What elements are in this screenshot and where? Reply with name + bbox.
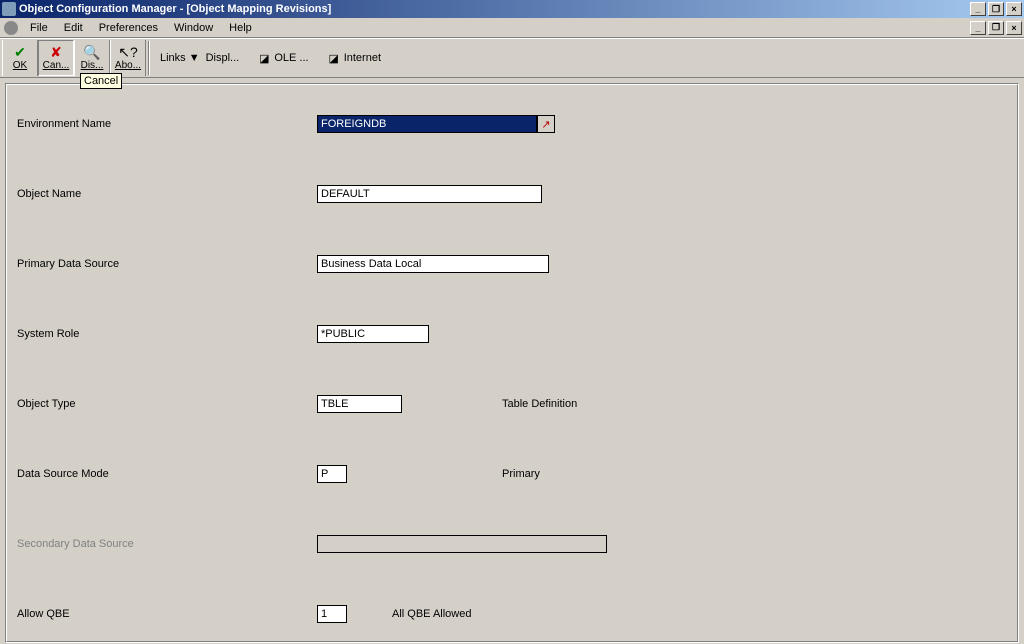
- env-label: Environment Name: [17, 118, 317, 130]
- form-panel: Environment Name ↗ Object Name Primary D…: [5, 83, 1019, 643]
- env-input[interactable]: [317, 115, 537, 133]
- tooltip: Cancel: [80, 73, 122, 89]
- mdi-minimize-button[interactable]: _: [970, 21, 986, 35]
- titlebar: Object Configuration Manager - [Object M…: [0, 0, 1024, 18]
- links-dropdown[interactable]: Links ▼: [160, 52, 200, 64]
- window-title: Object Configuration Manager - [Object M…: [19, 3, 331, 15]
- flashlight-icon: ↗: [541, 118, 550, 131]
- menubar: File Edit Preferences Window Help _ ❐ ×: [0, 18, 1024, 38]
- mode-input[interactable]: [317, 465, 347, 483]
- obj-input[interactable]: [317, 185, 542, 203]
- menu-edit[interactable]: Edit: [56, 20, 91, 36]
- qbe-input[interactable]: [317, 605, 347, 623]
- ok-button[interactable]: ✔ OK: [2, 40, 38, 76]
- mode-desc: Primary: [502, 468, 540, 480]
- close-button[interactable]: ×: [1006, 2, 1022, 16]
- restore-button[interactable]: ❐: [988, 2, 1004, 16]
- cursor-icon: ↖?: [120, 46, 136, 60]
- role-label: System Role: [17, 328, 317, 340]
- x-icon: ✘: [48, 46, 64, 60]
- qbe-desc: All QBE Allowed: [392, 608, 471, 620]
- search-icon: 🔍: [84, 46, 100, 60]
- type-label: Object Type: [17, 398, 317, 410]
- role-input[interactable]: [317, 325, 429, 343]
- menu-help[interactable]: Help: [221, 20, 260, 36]
- cancel-button[interactable]: ✘ Can...: [38, 40, 74, 76]
- ole-link[interactable]: ◪ OLE ...: [257, 51, 308, 65]
- ole-icon: ◪: [257, 51, 271, 65]
- dispatch-button[interactable]: 🔍 Dis...: [74, 40, 110, 76]
- sds-input: [317, 535, 607, 553]
- doc-icon: [4, 21, 18, 35]
- check-icon: ✔: [12, 46, 28, 60]
- chevron-down-icon: ▼: [189, 52, 200, 64]
- mdi-close-button[interactable]: ×: [1006, 21, 1022, 35]
- internet-icon: ◪: [327, 51, 341, 65]
- mdi-restore-button[interactable]: ❐: [988, 21, 1004, 35]
- toolbar: ✔ OK ✘ Can... 🔍 Dis... ↖? Abo... Links ▼…: [0, 38, 1024, 78]
- type-input[interactable]: [317, 395, 402, 413]
- qbe-label: Allow QBE: [17, 608, 317, 620]
- pds-input[interactable]: [317, 255, 549, 273]
- internet-link[interactable]: ◪ Internet: [327, 51, 381, 65]
- pds-label: Primary Data Source: [17, 258, 317, 270]
- displ-link[interactable]: Displ...: [206, 52, 240, 64]
- separator: [148, 41, 150, 75]
- sds-label: Secondary Data Source: [17, 538, 317, 550]
- menu-preferences[interactable]: Preferences: [91, 20, 166, 36]
- obj-label: Object Name: [17, 188, 317, 200]
- menu-file[interactable]: File: [22, 20, 56, 36]
- type-desc: Table Definition: [502, 398, 577, 410]
- app-icon: [2, 2, 16, 16]
- minimize-button[interactable]: _: [970, 2, 986, 16]
- about-button[interactable]: ↖? Abo...: [110, 40, 146, 76]
- menu-window[interactable]: Window: [166, 20, 221, 36]
- mode-label: Data Source Mode: [17, 468, 317, 480]
- lookup-button[interactable]: ↗: [537, 115, 555, 133]
